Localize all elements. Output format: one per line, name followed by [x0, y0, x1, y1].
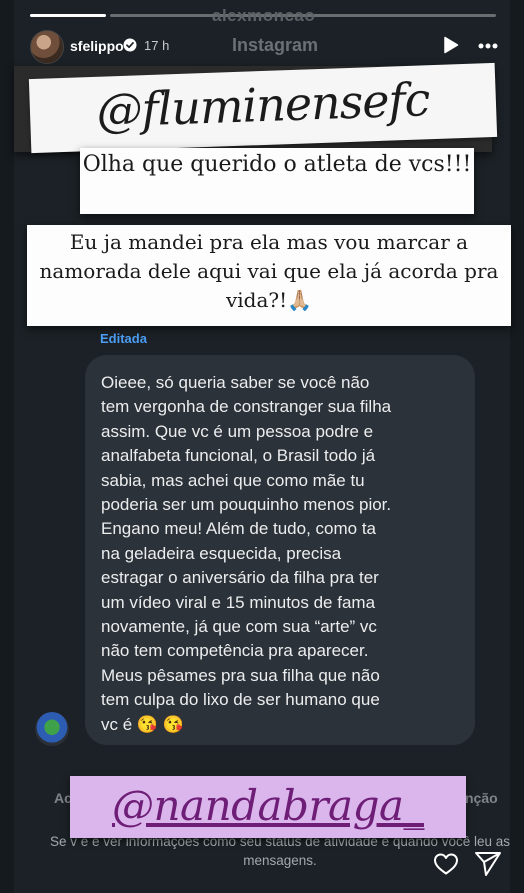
username[interactable]: sfelippo [70, 38, 124, 54]
avatar[interactable] [30, 30, 64, 64]
more-options-icon[interactable] [478, 43, 498, 49]
progress-segment-1 [30, 14, 106, 17]
message-text: Oieee, só queria saber se você não tem v… [101, 373, 392, 734]
handle-mention[interactable]: @fluminensefc [29, 70, 497, 140]
verified-badge-icon [123, 38, 137, 52]
sender-avatar [35, 712, 69, 746]
handle-sticker-frame: @fluminensefc [14, 62, 498, 154]
send-icon[interactable] [474, 851, 502, 877]
heart-icon[interactable] [433, 852, 459, 876]
post-time: 17 h [144, 38, 170, 53]
top-username: alexmoncao [212, 6, 316, 25]
mention-sticker: @nandabraga_ [70, 776, 466, 838]
edited-label: Editada [100, 331, 147, 346]
play-icon[interactable] [443, 36, 459, 54]
app-label: Instagram [232, 35, 319, 55]
handle-sticker: @fluminensefc [28, 62, 498, 154]
caption-sticker-2: Eu ja mandei pra ela mas vou marcar a na… [27, 225, 511, 326]
story-viewer: alexmoncao sfelippo 17 h Instagram @flum… [0, 0, 524, 893]
mention-handle[interactable]: @nandabraga_ [70, 781, 466, 830]
caption-sticker-1: Olha que querido o atleta de vcs!!! [80, 148, 474, 214]
message-bubble: Oieee, só queria saber se você não tem v… [85, 355, 475, 745]
background-text-right: nção [465, 790, 498, 806]
